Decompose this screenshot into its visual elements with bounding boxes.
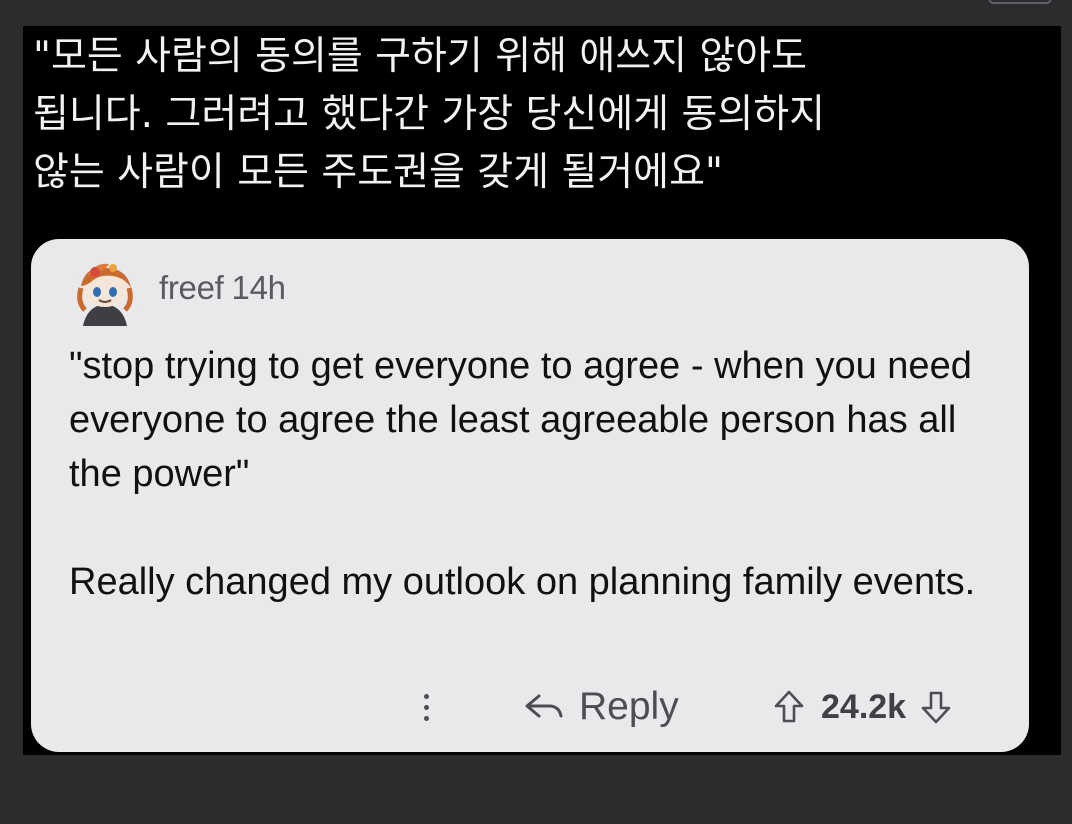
vote-score: 24.2k	[821, 687, 907, 726]
comment-time: 14h	[231, 269, 286, 306]
vote-group: 24.2k	[773, 683, 952, 731]
comment-meta: freef 14h	[159, 269, 286, 307]
reply-arrow-icon	[525, 694, 563, 718]
screenshot-image: "모든 사람의 동의를 구하기 위해 애쓰지 않아도 됩니다. 그러려고 했다간…	[23, 26, 1061, 755]
arrow-down-icon[interactable]	[920, 689, 952, 725]
caption-line: 않는 사람이 모든 주도권을 갖게 될거에요"	[33, 150, 723, 195]
reply-button[interactable]: Reply	[523, 683, 679, 731]
reply-label: Reply	[579, 685, 679, 728]
caption-line: 됩니다. 그러려고 했다간 가장 당신에게 동의하지	[33, 92, 825, 137]
arrow-up-icon[interactable]	[773, 689, 805, 725]
comment-actions: Reply 24.2k	[31, 677, 1029, 737]
username[interactable]: freef	[159, 269, 224, 306]
corner-button[interactable]	[988, 0, 1052, 4]
comment-text: Really changed my outlook on planning fa…	[69, 561, 976, 603]
vertical-dots-icon[interactable]	[416, 687, 436, 727]
comment-card: freef 14h "stop trying to get everyone to…	[31, 239, 1029, 752]
comment-quote: "stop trying to get everyone to agree - …	[69, 345, 972, 495]
korean-caption: "모든 사람의 동의를 구하기 위해 애쓰지 않아도 됩니다. 그러려고 했다간…	[33, 28, 1053, 202]
caption-line: "모든 사람의 동의를 구하기 위해 애쓰지 않아도	[33, 34, 808, 79]
comment-body: "stop trying to get everyone to agree - …	[69, 339, 1019, 609]
snoo-avatar-icon[interactable]	[69, 256, 141, 328]
